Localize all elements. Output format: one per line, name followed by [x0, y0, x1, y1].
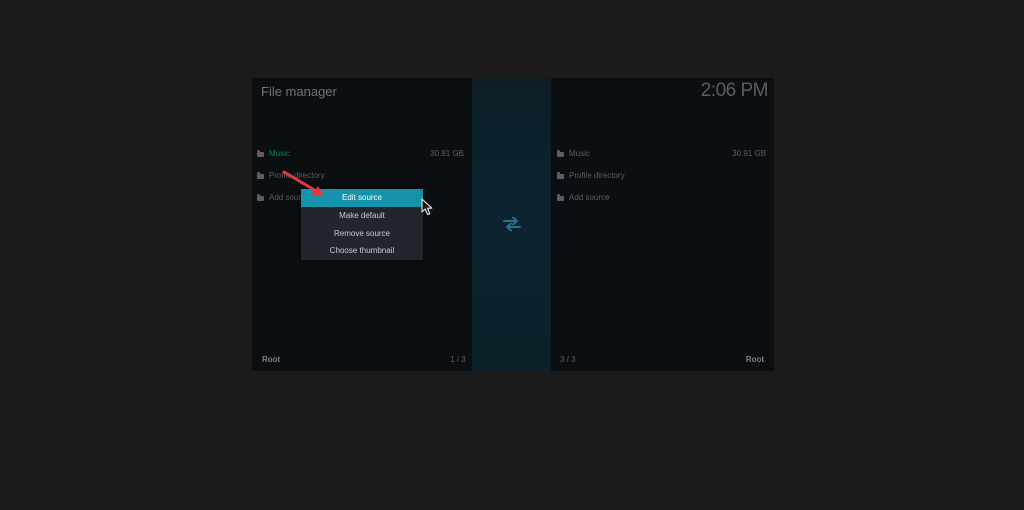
folder-icon — [257, 172, 264, 179]
mouse-pointer-icon — [421, 198, 433, 216]
left-footer-count: 1 / 3 — [450, 355, 466, 364]
list-item-label: Profile directory — [569, 171, 625, 180]
right-footer-count: 3 / 3 — [560, 355, 576, 364]
folder-icon — [557, 172, 564, 179]
list-item-music[interactable]: Music 30.91 GB — [557, 144, 766, 164]
menu-item-remove-source[interactable]: Remove source — [301, 225, 423, 243]
swap-arrows-icon[interactable] — [502, 216, 522, 232]
folder-icon — [257, 194, 264, 201]
folder-icon — [557, 194, 564, 201]
list-item-size: 30.91 GB — [430, 149, 464, 158]
list-item-size: 30.91 GB — [732, 149, 766, 158]
list-item-add-source[interactable]: Add source — [557, 188, 766, 208]
folder-icon — [257, 150, 264, 157]
list-item-label: Music — [269, 149, 290, 158]
left-footer-path: Root — [262, 355, 281, 364]
list-item-profile-directory[interactable]: Profile directory — [557, 166, 766, 186]
list-item-label: Add source — [569, 193, 610, 202]
list-item-music[interactable]: Music 30.91 GB — [257, 144, 464, 164]
menu-item-make-default[interactable]: Make default — [301, 207, 423, 225]
folder-icon — [557, 150, 564, 157]
right-pane: Music 30.91 GB Profile directory Add sou… — [551, 78, 774, 371]
annotation-arrow-icon — [282, 170, 324, 196]
menu-item-choose-thumbnail[interactable]: Choose thumbnail — [301, 242, 423, 260]
list-item-label: Music — [569, 149, 590, 158]
right-footer-path: Root — [745, 355, 764, 364]
